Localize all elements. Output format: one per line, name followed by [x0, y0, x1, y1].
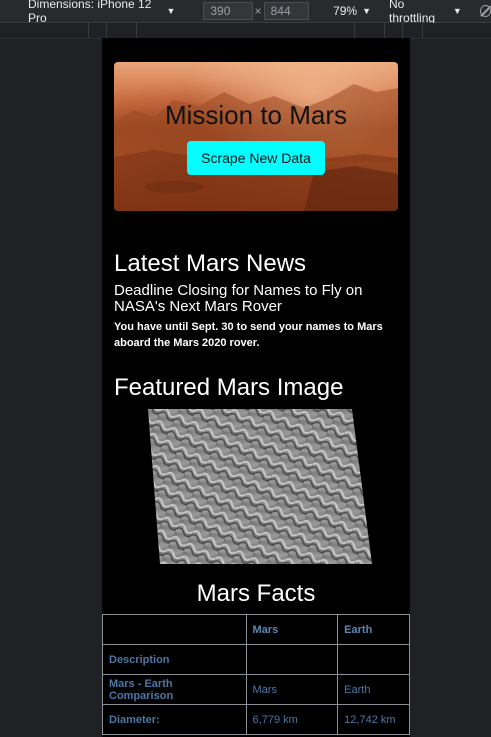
table-cell — [337, 644, 410, 675]
mars-facts-table: Mars Earth Description Mars - Earth Comp… — [102, 614, 410, 735]
caret-down-icon: ▼ — [362, 6, 372, 16]
facts-heading: Mars Facts — [196, 580, 316, 607]
viewport-height-input[interactable]: 844 — [263, 2, 310, 20]
table-header-cell: Mars — [245, 614, 339, 645]
table-row-label: Mars - Earth Comparison — [102, 674, 247, 705]
news-heading: Latest Mars News — [114, 250, 307, 277]
table-cell: Mars — [245, 674, 339, 705]
table-header-cell: Earth — [337, 614, 410, 645]
hero-jumbotron: Mission to Mars Scrape New Data — [114, 62, 398, 211]
table-header-row: Mars Earth — [102, 614, 410, 645]
zoom-label: 79% — [333, 4, 358, 18]
featured-image-heading: Featured Mars Image — [114, 374, 344, 401]
caret-down-icon: ▼ — [166, 6, 176, 16]
mars-landscape-image — [114, 84, 398, 211]
throttling-select[interactable]: No throttling ▼ — [383, 0, 468, 25]
table-row-label: Diameter: — [102, 704, 247, 735]
viewport-width-input[interactable]: 390 — [203, 2, 253, 20]
news-paragraph: You have until Sept. 30 to send your nam… — [114, 321, 383, 349]
table-cell: 6,779 km — [245, 704, 339, 735]
devtools-device-toolbar: Dimensions: iPhone 12 Pro ▼ 390 × 844 79… — [0, 0, 491, 25]
throttling-label: No throttling — [389, 0, 436, 25]
featured-mars-image[interactable] — [144, 409, 374, 564]
caret-down-icon: ▼ — [452, 6, 462, 16]
table-row: Mars - Earth Comparison Mars Earth — [102, 674, 410, 705]
table-cell: Earth — [337, 674, 410, 705]
table-header-cell — [102, 614, 247, 645]
page-title: Mission to Mars — [164, 100, 348, 130]
device-dimensions-label: Dimensions: iPhone 12 Pro — [28, 0, 152, 25]
device-viewport-top — [102, 38, 410, 62]
zoom-select[interactable]: 79% ▼ — [327, 0, 377, 22]
table-row: Description — [102, 644, 410, 675]
news-title: Deadline Closing for Names to Fly on NAS… — [114, 282, 363, 315]
table-cell — [245, 644, 339, 675]
media-query-ruler — [0, 23, 491, 39]
device-viewport: Mission to Mars Scrape New Data Latest M… — [102, 62, 410, 737]
rotate-icon[interactable] — [479, 5, 491, 17]
table-row-label: Description — [102, 644, 247, 675]
table-row: Diameter: 6,779 km 12,742 km — [102, 704, 410, 735]
table-cell: 12,742 km — [337, 704, 410, 735]
device-dimensions-select[interactable]: Dimensions: iPhone 12 Pro ▼ — [22, 0, 182, 25]
scrape-new-data-button[interactable]: Scrape New Data — [187, 141, 325, 175]
times-icon: × — [254, 4, 262, 18]
